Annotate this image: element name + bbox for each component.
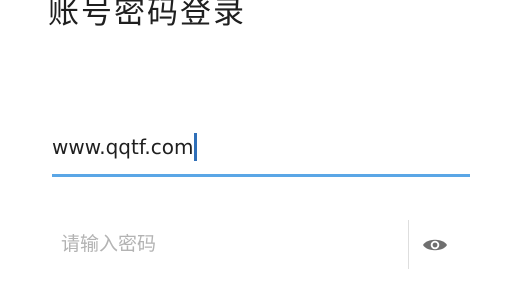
show-password-toggle[interactable]: [418, 228, 452, 262]
page-title: 账号密码登录: [48, 0, 246, 31]
text-cursor: [194, 133, 198, 161]
password-divider: [408, 220, 409, 269]
account-underline: [52, 174, 470, 177]
password-input[interactable]: [52, 224, 401, 264]
eye-icon: [423, 239, 447, 251]
account-value: www.qqtf.com: [52, 135, 194, 159]
password-field[interactable]: [52, 220, 470, 270]
account-input[interactable]: www.qqtf.com: [52, 132, 198, 162]
account-field[interactable]: www.qqtf.com: [52, 126, 470, 178]
